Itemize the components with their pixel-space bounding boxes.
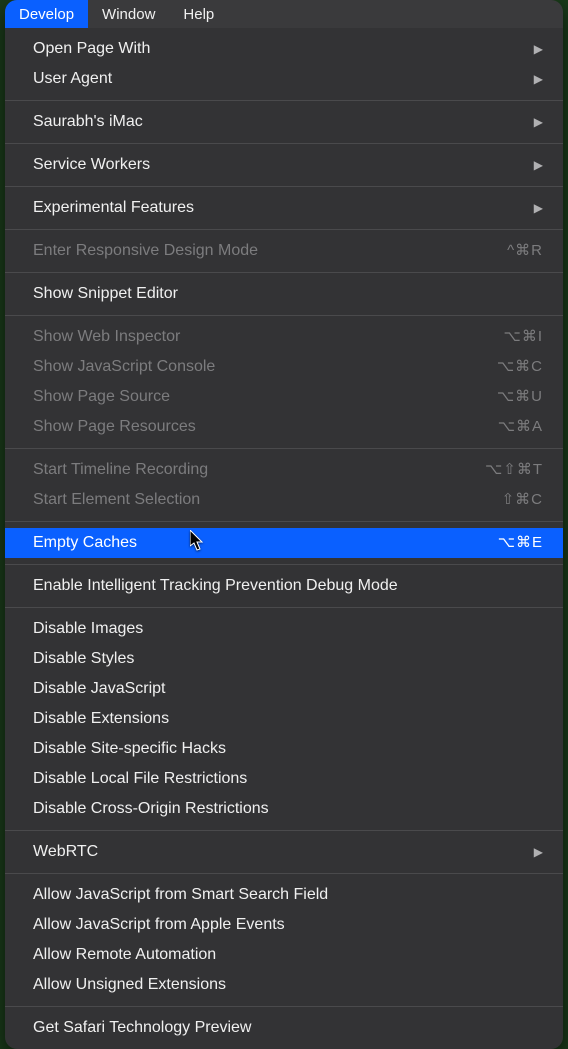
menubar: Develop Window Help bbox=[5, 0, 563, 28]
menu-item-page-source: Show Page Source ⌥⌘U bbox=[5, 382, 563, 412]
submenu-arrow-icon: ▶ bbox=[534, 111, 543, 133]
menu-separator bbox=[5, 143, 563, 144]
menu-item-label: Experimental Features bbox=[33, 197, 514, 219]
menu-item-label: Enable Intelligent Tracking Prevention D… bbox=[33, 575, 543, 597]
menu-item-label: User Agent bbox=[33, 68, 514, 90]
menubar-item-help[interactable]: Help bbox=[169, 0, 228, 28]
menu-item-label: Disable Cross-Origin Restrictions bbox=[33, 798, 543, 820]
menu-separator bbox=[5, 564, 563, 565]
menu-item-label: Enter Responsive Design Mode bbox=[33, 240, 487, 262]
menu-item-label: Allow Remote Automation bbox=[33, 944, 543, 966]
menu-item-shortcut: ⌥⇧⌘T bbox=[485, 459, 543, 481]
menu-item-label: Disable Local File Restrictions bbox=[33, 768, 543, 790]
menu-item-shortcut: ⌥⌘I bbox=[504, 326, 543, 348]
menu-separator bbox=[5, 229, 563, 230]
menu-item-label: Disable Styles bbox=[33, 648, 543, 670]
menu-separator bbox=[5, 448, 563, 449]
menu-item-shortcut: ⌥⌘C bbox=[497, 356, 543, 378]
menu-item-user-agent[interactable]: User Agent ▶ bbox=[5, 64, 563, 94]
develop-dropdown: Open Page With ▶ User Agent ▶ Saurabh's … bbox=[5, 28, 563, 1049]
menu-item-label: Get Safari Technology Preview bbox=[33, 1017, 543, 1039]
menu-item-js-console: Show JavaScript Console ⌥⌘C bbox=[5, 352, 563, 382]
menu-separator bbox=[5, 100, 563, 101]
menu-item-label: WebRTC bbox=[33, 841, 514, 863]
menu-item-element-selection: Start Element Selection ⇧⌘C bbox=[5, 485, 563, 515]
menu-separator bbox=[5, 607, 563, 608]
menu-item-label: Empty Caches bbox=[33, 532, 478, 554]
menubar-item-window[interactable]: Window bbox=[88, 0, 169, 28]
menu-item-shortcut: ⌥⌘U bbox=[497, 386, 543, 408]
menu-item-web-inspector: Show Web Inspector ⌥⌘I bbox=[5, 322, 563, 352]
menu-separator bbox=[5, 1006, 563, 1007]
menu-item-label: Open Page With bbox=[33, 38, 514, 60]
menu-item-allow-remote-automation[interactable]: Allow Remote Automation bbox=[5, 940, 563, 970]
menu-separator bbox=[5, 186, 563, 187]
menu-item-itp-debug[interactable]: Enable Intelligent Tracking Prevention D… bbox=[5, 571, 563, 601]
menu-item-label: Show Page Source bbox=[33, 386, 477, 408]
menu-item-label: Service Workers bbox=[33, 154, 514, 176]
menu-item-snippet-editor[interactable]: Show Snippet Editor bbox=[5, 279, 563, 309]
menu-item-label: Show Page Resources bbox=[33, 416, 478, 438]
menu-separator bbox=[5, 521, 563, 522]
menu-item-label: Saurabh's iMac bbox=[33, 111, 514, 133]
menu-item-device[interactable]: Saurabh's iMac ▶ bbox=[5, 107, 563, 137]
menu-item-disable-javascript[interactable]: Disable JavaScript bbox=[5, 674, 563, 704]
menubar-item-develop[interactable]: Develop bbox=[5, 0, 88, 28]
menu-item-label: Allow Unsigned Extensions bbox=[33, 974, 543, 996]
menu-item-label: Disable Site-specific Hacks bbox=[33, 738, 543, 760]
menu-item-shortcut: ⌥⌘E bbox=[498, 532, 543, 554]
menu-item-label: Show Web Inspector bbox=[33, 326, 484, 348]
submenu-arrow-icon: ▶ bbox=[534, 197, 543, 219]
menu-item-disable-local-file[interactable]: Disable Local File Restrictions bbox=[5, 764, 563, 794]
menu-item-disable-extensions[interactable]: Disable Extensions bbox=[5, 704, 563, 734]
menu-item-shortcut: ⌥⌘A bbox=[498, 416, 543, 438]
menu-item-disable-cross-origin[interactable]: Disable Cross-Origin Restrictions bbox=[5, 794, 563, 824]
menu-item-label: Start Timeline Recording bbox=[33, 459, 465, 481]
submenu-arrow-icon: ▶ bbox=[534, 68, 543, 90]
menu-item-label: Disable JavaScript bbox=[33, 678, 543, 700]
menu-item-empty-caches[interactable]: Empty Caches ⌥⌘E bbox=[5, 528, 563, 558]
menu-item-disable-images[interactable]: Disable Images bbox=[5, 614, 563, 644]
menu-separator bbox=[5, 873, 563, 874]
menu-item-allow-unsigned-extensions[interactable]: Allow Unsigned Extensions bbox=[5, 970, 563, 1000]
menu-item-label: Show Snippet Editor bbox=[33, 283, 543, 305]
menu-item-page-resources: Show Page Resources ⌥⌘A bbox=[5, 412, 563, 442]
menu-item-label: Allow JavaScript from Smart Search Field bbox=[33, 884, 543, 906]
menu-separator bbox=[5, 830, 563, 831]
submenu-arrow-icon: ▶ bbox=[534, 841, 543, 863]
menu-item-timeline-recording: Start Timeline Recording ⌥⇧⌘T bbox=[5, 455, 563, 485]
menu-item-service-workers[interactable]: Service Workers ▶ bbox=[5, 150, 563, 180]
submenu-arrow-icon: ▶ bbox=[534, 38, 543, 60]
submenu-arrow-icon: ▶ bbox=[534, 154, 543, 176]
menu-item-responsive-design-mode: Enter Responsive Design Mode ^⌘R bbox=[5, 236, 563, 266]
menu-item-allow-js-searchfield[interactable]: Allow JavaScript from Smart Search Field bbox=[5, 880, 563, 910]
menu-item-experimental-features[interactable]: Experimental Features ▶ bbox=[5, 193, 563, 223]
menu-window: Develop Window Help Open Page With ▶ Use… bbox=[5, 0, 563, 1049]
menu-item-disable-styles[interactable]: Disable Styles bbox=[5, 644, 563, 674]
menu-item-shortcut: ⇧⌘C bbox=[502, 489, 543, 511]
menu-item-label: Disable Images bbox=[33, 618, 543, 640]
menu-item-label: Start Element Selection bbox=[33, 489, 482, 511]
menu-item-webrtc[interactable]: WebRTC ▶ bbox=[5, 837, 563, 867]
menu-separator bbox=[5, 272, 563, 273]
menu-separator bbox=[5, 315, 563, 316]
menu-item-open-page-with[interactable]: Open Page With ▶ bbox=[5, 34, 563, 64]
menu-item-disable-site-hacks[interactable]: Disable Site-specific Hacks bbox=[5, 734, 563, 764]
menu-item-allow-js-appleevents[interactable]: Allow JavaScript from Apple Events bbox=[5, 910, 563, 940]
menu-item-label: Show JavaScript Console bbox=[33, 356, 477, 378]
menu-item-safari-preview[interactable]: Get Safari Technology Preview bbox=[5, 1013, 563, 1043]
menu-item-label: Disable Extensions bbox=[33, 708, 543, 730]
menu-item-shortcut: ^⌘R bbox=[507, 240, 543, 262]
menu-item-label: Allow JavaScript from Apple Events bbox=[33, 914, 543, 936]
